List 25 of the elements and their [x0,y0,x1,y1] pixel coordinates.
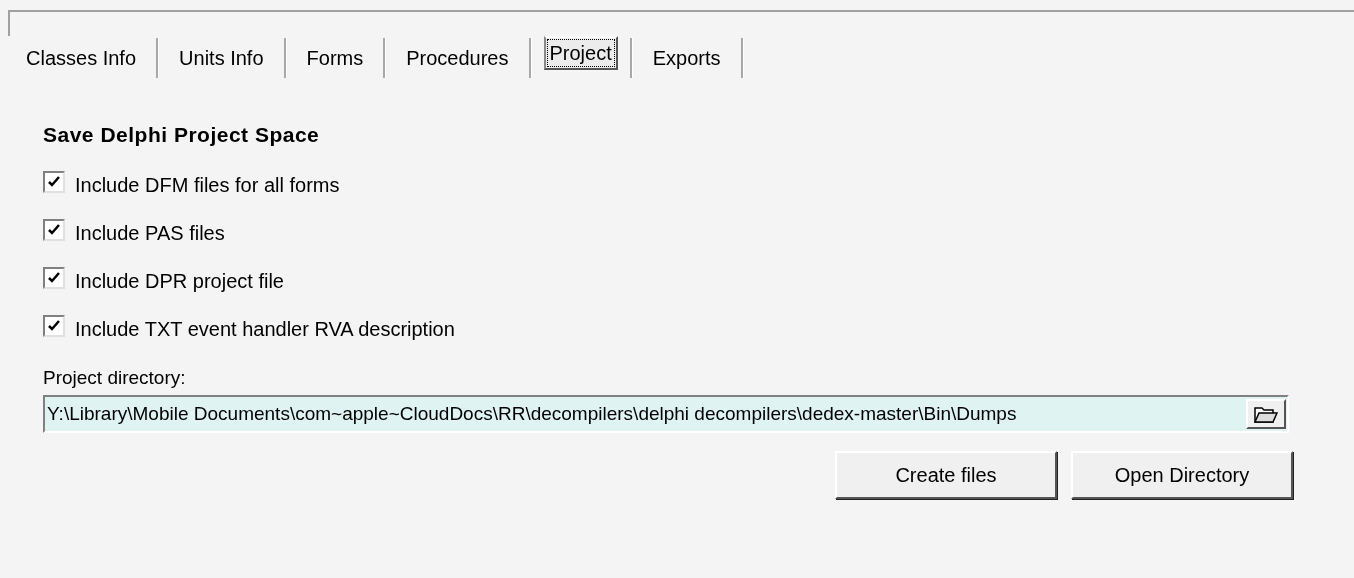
tab[interactable]: Procedures [386,38,529,78]
checkbox[interactable] [43,171,65,193]
browse-button[interactable] [1246,399,1286,429]
check-icon [47,271,61,285]
checkbox[interactable] [43,267,65,289]
checkbox-label[interactable]: Include DPR project file [75,269,284,293]
checkbox[interactable] [43,219,65,241]
checkbox-label[interactable]: Include DFM files for all forms [75,173,340,197]
check-icon [47,223,61,237]
action-button[interactable]: Create files [835,451,1057,499]
tab[interactable]: Project [543,36,618,70]
section-title: Save Delphi Project Space [43,123,321,147]
tab[interactable]: Forms [286,38,384,78]
checkbox-label[interactable]: Include PAS files [75,221,225,245]
folder-icon [1254,404,1278,424]
checkbox[interactable] [43,315,65,337]
checkbox-label[interactable]: Include TXT event handler RVA description [75,317,455,341]
check-icon [47,175,61,189]
action-button[interactable]: Open Directory [1071,451,1293,499]
tab[interactable]: Units Info [159,38,284,78]
tab[interactable]: Classes Info [6,38,157,78]
field-label: Project directory: [43,367,187,389]
check-icon [47,319,61,333]
directory-field[interactable]: Y:\Library\Mobile Documents\com~apple~CloudDocs\RR\decompilers\delphi decompilers\dedex-master\Bin\Dumps [43,395,1289,433]
tab[interactable]: Exports [632,38,741,78]
